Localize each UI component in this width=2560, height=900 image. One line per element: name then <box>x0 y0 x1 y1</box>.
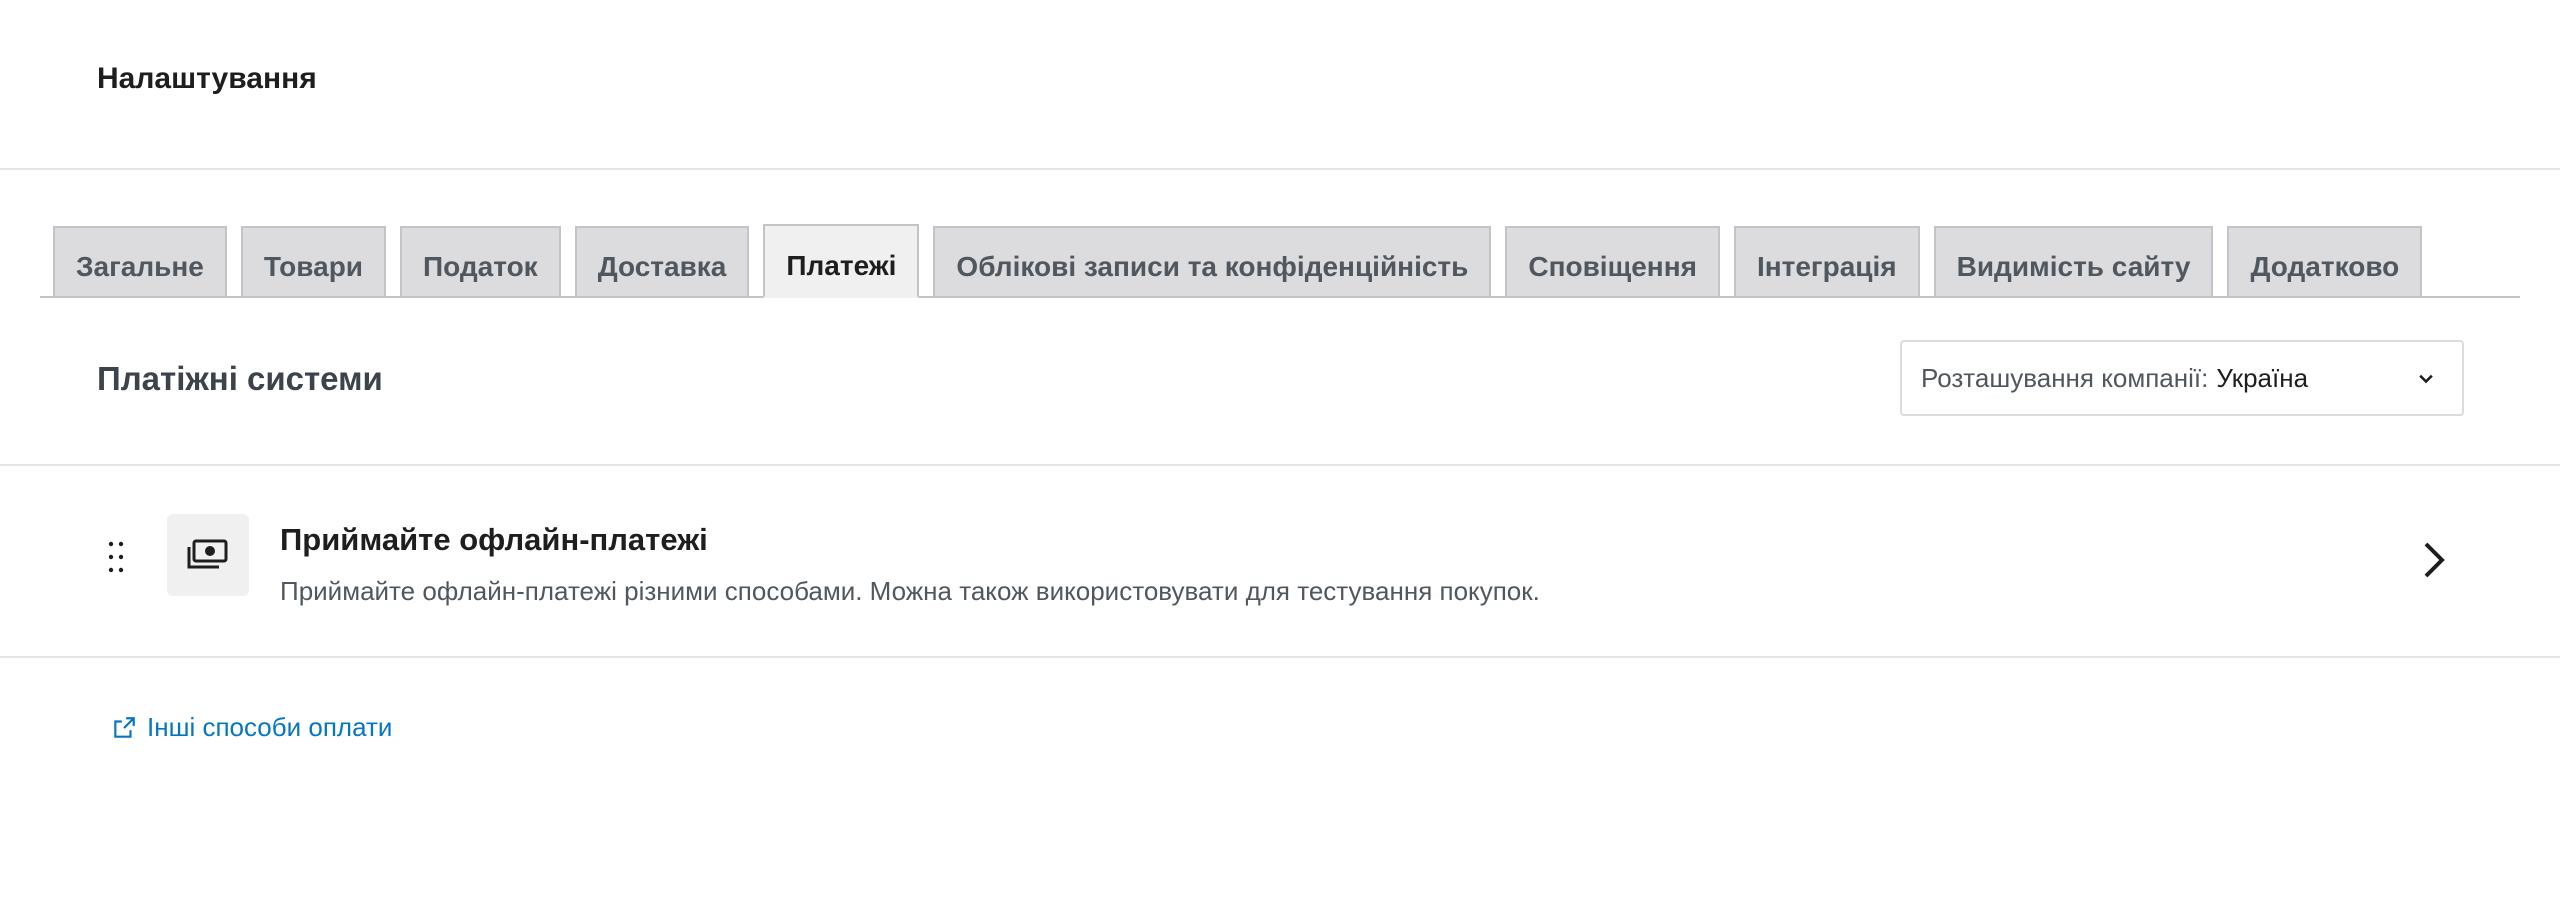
tab-shipping[interactable]: Доставка <box>574 226 750 296</box>
page-header: Налаштування <box>0 0 2560 170</box>
tab-accounts-privacy[interactable]: Облікові записи та конфіденційність <box>933 226 1492 296</box>
offline-payments-row[interactable]: Приймайте офлайн-платежі Приймайте офлай… <box>0 466 2560 658</box>
tab-tax[interactable]: Податок <box>400 226 561 296</box>
tab-products[interactable]: Товари <box>240 226 387 296</box>
tab-integration[interactable]: Інтеграція <box>1733 226 1920 296</box>
payment-method-title: Приймайте офлайн-платежі <box>280 522 708 557</box>
payment-providers-header: Платіжні системи Розташування компанії: … <box>0 298 2560 466</box>
tab-payments[interactable]: Платежі <box>763 224 920 298</box>
drag-handle-icon[interactable] <box>104 539 128 575</box>
tab-emails[interactable]: Сповіщення <box>1505 226 1720 296</box>
location-value: Україна <box>2216 362 2309 393</box>
chevron-down-icon <box>2419 374 2433 384</box>
other-payment-methods-link[interactable]: Інші способи оплати <box>111 712 392 743</box>
location-label: Розташування компанії: <box>1921 362 2209 393</box>
tab-site-visibility[interactable]: Видимість сайту <box>1933 226 2214 296</box>
chevron-right-icon[interactable] <box>2416 538 2452 582</box>
other-payment-methods-label: Інші способи оплати <box>147 712 393 742</box>
tab-general[interactable]: Загальне <box>53 226 227 296</box>
tab-advanced[interactable]: Додатково <box>2227 226 2423 296</box>
business-location-select[interactable]: Розташування компанії: Україна <box>1900 340 2464 416</box>
payment-method-description: Приймайте офлайн-платежі різними способа… <box>280 576 1540 606</box>
payment-method-icon-box <box>167 514 249 596</box>
settings-tabs: Загальне Товари Податок Доставка Платежі… <box>40 224 2520 298</box>
money-icon <box>187 539 228 569</box>
external-link-icon <box>114 716 135 738</box>
section-title: Платіжні системи <box>97 360 383 397</box>
page-title: Налаштування <box>97 62 317 95</box>
